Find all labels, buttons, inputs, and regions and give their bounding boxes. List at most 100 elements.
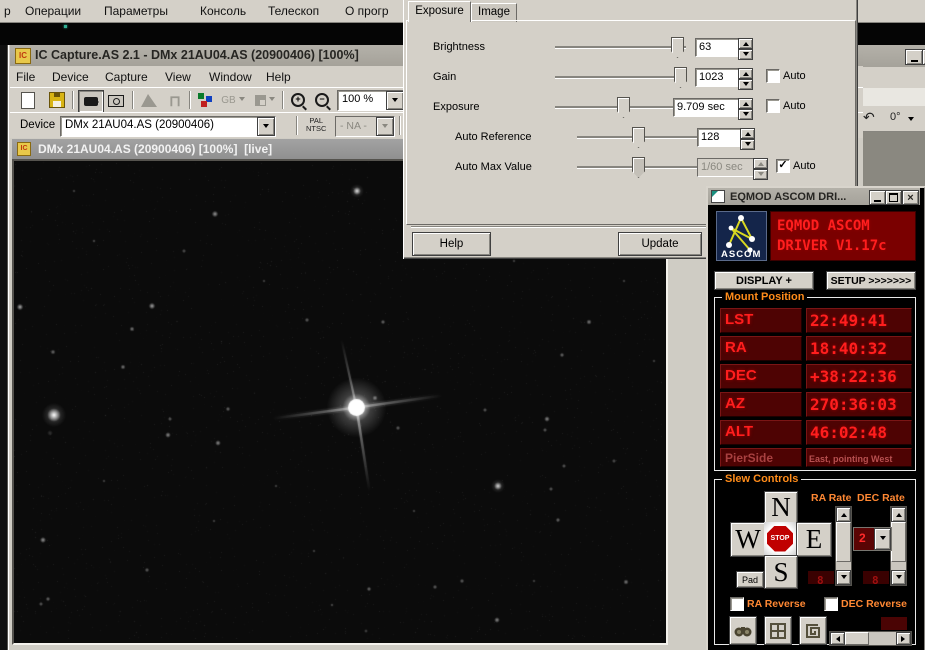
device-label: Device <box>20 119 55 131</box>
dec-rate-down-button[interactable] <box>891 570 906 585</box>
alt-label-cell: ALT <box>720 420 802 445</box>
tiles-dropdown[interactable] <box>250 90 280 110</box>
eqmod-maximize-button[interactable] <box>885 190 902 205</box>
bg-menu-telescope[interactable]: Телескоп <box>268 4 319 18</box>
auto-max-auto-checkbox[interactable]: ✓ <box>776 159 790 173</box>
ra-rate-thumb[interactable] <box>836 522 851 562</box>
scroll-right-button[interactable] <box>896 632 911 645</box>
stop-label: STOP <box>771 535 790 542</box>
gb-dropdown[interactable]: GB <box>218 90 248 110</box>
device-combo-value: DMx 21AU04.AS (20900406) <box>65 119 214 131</box>
gain-value[interactable]: 1023 <box>695 68 740 87</box>
bg-menu-console[interactable]: Консоль <box>200 4 246 18</box>
snapshot-button[interactable] <box>104 90 128 111</box>
histogram-button[interactable] <box>137 90 161 111</box>
rotation-dropdown-icon[interactable] <box>908 117 914 124</box>
find-button[interactable] <box>729 616 757 645</box>
gain-spinner[interactable] <box>738 68 753 87</box>
dec-value-cell: +38:22:36 <box>806 364 912 389</box>
brightness-slider-track[interactable] <box>555 46 686 49</box>
dec-rate-thumb[interactable] <box>891 522 906 562</box>
scroll-left-button[interactable] <box>830 632 845 645</box>
spiral-search-button[interactable] <box>799 616 827 645</box>
dropdown-arrow-icon <box>392 98 398 105</box>
color-squares-icon <box>198 93 212 107</box>
zoom-out-button[interactable]: − <box>311 90 333 110</box>
display-button[interactable]: DISPLAY + <box>714 271 814 290</box>
eqmod-form-icon <box>711 190 725 203</box>
slew-north-button[interactable]: N <box>764 491 798 524</box>
menu-view[interactable]: View <box>165 70 191 84</box>
pulse-button[interactable]: ⊓ <box>163 90 187 111</box>
menu-file[interactable]: File <box>16 70 35 84</box>
zoom-in-button[interactable]: + <box>287 90 309 110</box>
minimize-button[interactable] <box>905 49 923 65</box>
ra-rate-up-button[interactable] <box>836 507 851 522</box>
menu-help[interactable]: Help <box>266 70 291 84</box>
gain-slider-track[interactable] <box>555 76 686 79</box>
gain-auto-checkbox[interactable] <box>766 69 780 83</box>
update-button[interactable]: Update <box>618 232 702 256</box>
alt-value: 46:02:48 <box>810 423 887 442</box>
ra-reverse-checkbox[interactable] <box>730 597 744 611</box>
maximize-icon <box>889 193 898 202</box>
help-button[interactable]: Help <box>412 232 491 256</box>
menu-window[interactable]: Window <box>209 70 252 84</box>
color-settings-button[interactable] <box>194 90 216 110</box>
menu-capture[interactable]: Capture <box>105 70 148 84</box>
slew-east-button[interactable]: E <box>796 522 832 557</box>
rotate-icon[interactable]: ↶ <box>863 109 875 126</box>
lst-label: LST <box>725 311 753 328</box>
scroll-left-icon <box>833 636 840 642</box>
eqmod-minimize-button[interactable] <box>869 190 886 205</box>
brightness-spinner[interactable] <box>738 38 753 57</box>
window-layout-button[interactable] <box>764 616 792 645</box>
tab-exposure[interactable]: Exposure <box>408 1 471 22</box>
bg-menu-about[interactable]: О прогр <box>345 4 389 18</box>
video-norm-dropdown[interactable] <box>376 117 394 136</box>
pierside-label-cell: PierSide <box>720 448 802 467</box>
device-combo[interactable]: DMx 21AU04.AS (20900406) <box>60 116 276 137</box>
ra-rate-label: RA Rate <box>811 492 851 504</box>
ra-rate-down-button[interactable] <box>836 570 851 585</box>
az-value-cell: 270:36:03 <box>806 392 912 417</box>
bg-menu-partial[interactable]: р <box>4 4 11 18</box>
brightness-value[interactable]: 63 <box>695 38 740 57</box>
menu-device[interactable]: Device <box>52 70 89 84</box>
slew-south-button[interactable]: S <box>764 555 798 589</box>
slew-stop-button[interactable]: STOP <box>764 522 796 555</box>
video-norm-combo[interactable]: - NA - <box>335 116 395 137</box>
pad-button[interactable]: Pad <box>736 571 764 588</box>
bg-menu-operations[interactable]: Операции <box>25 4 81 18</box>
auto-reference-value[interactable]: 128 <box>697 128 742 147</box>
video-capture-button[interactable] <box>78 90 104 113</box>
spin-up-icon <box>743 99 749 106</box>
zoom-combo-dropdown[interactable] <box>386 91 404 110</box>
slew-west-button[interactable]: W <box>730 522 766 557</box>
setup-button[interactable]: SETUP >>>>>>> <box>826 271 916 290</box>
h-scroll-thumb[interactable] <box>845 632 869 645</box>
exposure-auto-label: Auto <box>783 100 806 112</box>
new-file-button[interactable] <box>17 90 39 110</box>
zoom-level-combo[interactable]: 100 % <box>337 90 405 111</box>
ra-rate-scrollbar[interactable] <box>835 506 852 586</box>
toolbar-separator <box>72 91 74 109</box>
dec-rate-up-button[interactable] <box>891 507 906 522</box>
rate-preset-dropdown[interactable] <box>874 528 891 550</box>
save-button[interactable] <box>46 90 68 110</box>
eqmod-titlebar[interactable]: EQMOD ASCOM DRI... × <box>708 188 920 205</box>
spin-down-icon <box>743 112 749 119</box>
dec-reverse-checkbox[interactable] <box>824 597 838 611</box>
exposure-value[interactable]: 9.709 sec <box>673 98 740 117</box>
bg-menu-parameters[interactable]: Параметры <box>104 4 168 18</box>
device-combo-dropdown[interactable] <box>257 117 275 136</box>
ra-value: 18:40:32 <box>810 339 887 358</box>
auto-reference-spinner[interactable] <box>740 128 755 147</box>
slew-horizontal-scrollbar[interactable] <box>829 631 912 646</box>
exposure-auto-checkbox[interactable] <box>766 99 780 113</box>
rotation-value[interactable]: 0° <box>890 111 901 123</box>
rate-preset-combo[interactable]: 2 <box>853 527 892 551</box>
eqmod-close-button[interactable]: × <box>902 190 919 205</box>
dec-rate-scrollbar[interactable] <box>890 506 907 586</box>
exposure-spinner[interactable] <box>738 98 753 117</box>
